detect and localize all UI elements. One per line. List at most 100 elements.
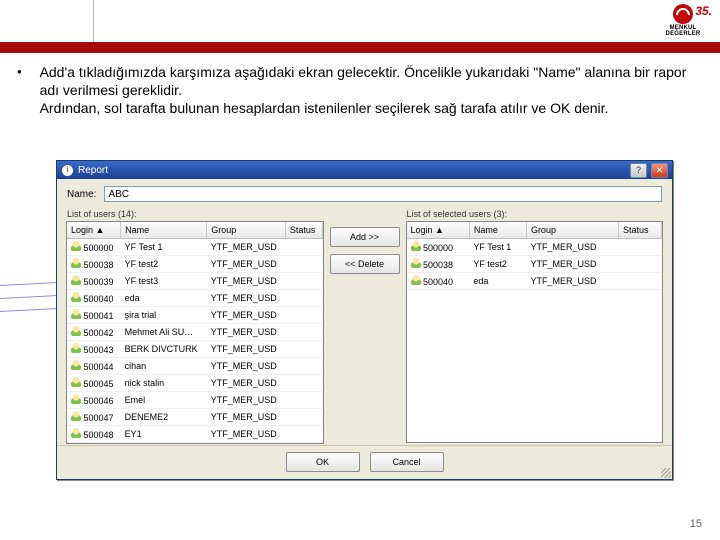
cell: 500000 bbox=[67, 239, 121, 256]
cell: cihan bbox=[121, 358, 207, 375]
cell: 500000 bbox=[407, 239, 470, 256]
cell: 500045 bbox=[67, 375, 121, 392]
table-row[interactable]: 500038YF test2YTF_MER_USD bbox=[407, 256, 662, 273]
slide-bullet: • Add'a tıkladığımızda karşımıza aşağıda… bbox=[17, 63, 697, 117]
add-button[interactable]: Add >> bbox=[330, 227, 400, 247]
user-icon bbox=[71, 326, 81, 336]
table-row[interactable]: 500046EmelYTF_MER_USD bbox=[67, 392, 322, 409]
column-header[interactable]: Status bbox=[285, 222, 322, 239]
cell bbox=[619, 239, 662, 256]
cell: 500048 bbox=[67, 426, 121, 443]
column-header[interactable]: Name bbox=[469, 222, 526, 239]
table-row[interactable]: 500040edaYTF_MER_USD bbox=[67, 290, 322, 307]
cell: DENEME2 bbox=[121, 409, 207, 426]
selected-users-list[interactable]: Login ▲NameGroupStatus 500000YF Test 1YT… bbox=[406, 221, 664, 443]
table-row[interactable]: 500041şira trialYTF_MER_USD bbox=[67, 307, 322, 324]
column-header[interactable]: Group bbox=[207, 222, 286, 239]
user-icon bbox=[71, 258, 81, 268]
cell bbox=[285, 358, 322, 375]
window-title: Report bbox=[78, 165, 108, 176]
column-header[interactable]: Login ▲ bbox=[67, 222, 121, 239]
table-row[interactable]: 500043BERK DIVCTURKYTF_MER_USD bbox=[67, 341, 322, 358]
cell: YTF_MER_USD bbox=[207, 307, 286, 324]
table-row[interactable]: 500000YF Test 1YTF_MER_USD bbox=[407, 239, 662, 256]
cell bbox=[285, 324, 322, 341]
cell: BERK DIVCTURK bbox=[121, 341, 207, 358]
cell: YF test3 bbox=[121, 273, 207, 290]
cell bbox=[285, 426, 322, 443]
cell: YTF_MER_USD bbox=[526, 256, 618, 273]
header-divider bbox=[93, 0, 94, 42]
user-icon bbox=[71, 241, 81, 251]
user-icon bbox=[71, 411, 81, 421]
cell: YTF_MER_USD bbox=[526, 239, 618, 256]
cell: YF test2 bbox=[469, 256, 526, 273]
cell: YF Test 1 bbox=[121, 239, 207, 256]
cell: 500040 bbox=[67, 290, 121, 307]
left-list-caption: List of users (14): bbox=[66, 209, 324, 221]
table-row[interactable]: 500047DENEME2YTF_MER_USD bbox=[67, 409, 322, 426]
delete-button[interactable]: << Delete bbox=[330, 254, 400, 274]
cell: YTF_MER_USD bbox=[526, 273, 618, 290]
cell: 500046 bbox=[67, 392, 121, 409]
cell: YTF_MER_USD bbox=[207, 290, 286, 307]
cell bbox=[285, 239, 322, 256]
user-icon bbox=[71, 275, 81, 285]
cancel-button[interactable]: Cancel bbox=[370, 452, 444, 472]
cell: YF Test 1 bbox=[469, 239, 526, 256]
cell: 500043 bbox=[67, 341, 121, 358]
table-row[interactable]: 500000YF Test 1YTF_MER_USD bbox=[67, 239, 322, 256]
cell bbox=[619, 273, 662, 290]
cell: EY1 bbox=[121, 426, 207, 443]
app-icon: i bbox=[61, 164, 74, 177]
cell: YTF_MER_USD bbox=[207, 358, 286, 375]
cell: eda bbox=[121, 290, 207, 307]
logo-mark-icon bbox=[673, 4, 693, 24]
cell bbox=[285, 290, 322, 307]
table-row[interactable]: 500045nick stalinYTF_MER_USD bbox=[67, 375, 322, 392]
bullet-body: Add'a tıkladığımızda karşımıza aşağıdaki… bbox=[40, 63, 697, 117]
table-row[interactable]: 500042Mehmet Ali SU…YTF_MER_USD bbox=[67, 324, 322, 341]
cell bbox=[285, 307, 322, 324]
user-icon bbox=[411, 241, 421, 251]
cell: YTF_MER_USD bbox=[207, 256, 286, 273]
user-icon bbox=[411, 275, 421, 285]
table-row[interactable]: 500038YF test2YTF_MER_USD bbox=[67, 256, 322, 273]
logo-number: 35. bbox=[695, 4, 712, 18]
column-header[interactable]: Status bbox=[619, 222, 662, 239]
selected-users-table[interactable]: Login ▲NameGroupStatus 500000YF Test 1YT… bbox=[407, 222, 663, 442]
report-dialog: i Report ? ✕ Name: List of users (14): L… bbox=[56, 160, 673, 480]
table-row[interactable]: 500048EY1YTF_MER_USD bbox=[67, 426, 322, 443]
close-button[interactable]: ✕ bbox=[651, 163, 668, 178]
logo-text: MENKUL DEĞERLER bbox=[654, 25, 712, 37]
cell: 500039 bbox=[67, 273, 121, 290]
cell bbox=[285, 409, 322, 426]
name-input[interactable] bbox=[104, 186, 662, 202]
cell bbox=[285, 273, 322, 290]
transfer-buttons: Add >> << Delete bbox=[330, 209, 400, 443]
user-icon bbox=[71, 377, 81, 387]
cell: eda bbox=[469, 273, 526, 290]
page-number: 15 bbox=[690, 518, 702, 530]
titlebar[interactable]: i Report ? ✕ bbox=[57, 161, 672, 179]
help-button[interactable]: ? bbox=[630, 163, 647, 178]
bullet-dot: • bbox=[17, 63, 22, 117]
users-list[interactable]: Login ▲NameGroupStatus 500000YF Test 1YT… bbox=[66, 221, 324, 444]
table-row[interactable]: 500044cihanYTF_MER_USD bbox=[67, 358, 322, 375]
column-header[interactable]: Name bbox=[121, 222, 207, 239]
table-row[interactable]: 500040edaYTF_MER_USD bbox=[407, 273, 662, 290]
cell: YTF_MER_USD bbox=[207, 341, 286, 358]
column-header[interactable]: Login ▲ bbox=[407, 222, 470, 239]
resize-grip[interactable] bbox=[661, 468, 671, 478]
ok-button[interactable]: OK bbox=[286, 452, 360, 472]
cell: YTF_MER_USD bbox=[207, 239, 286, 256]
user-icon bbox=[71, 343, 81, 353]
cell bbox=[285, 375, 322, 392]
cell: YTF_MER_USD bbox=[207, 273, 286, 290]
user-icon bbox=[71, 360, 81, 370]
cell: YTF_MER_USD bbox=[207, 392, 286, 409]
table-row[interactable]: 500039YF test3YTF_MER_USD bbox=[67, 273, 322, 290]
users-table[interactable]: Login ▲NameGroupStatus 500000YF Test 1YT… bbox=[67, 222, 323, 443]
column-header[interactable]: Group bbox=[526, 222, 618, 239]
cell bbox=[285, 392, 322, 409]
